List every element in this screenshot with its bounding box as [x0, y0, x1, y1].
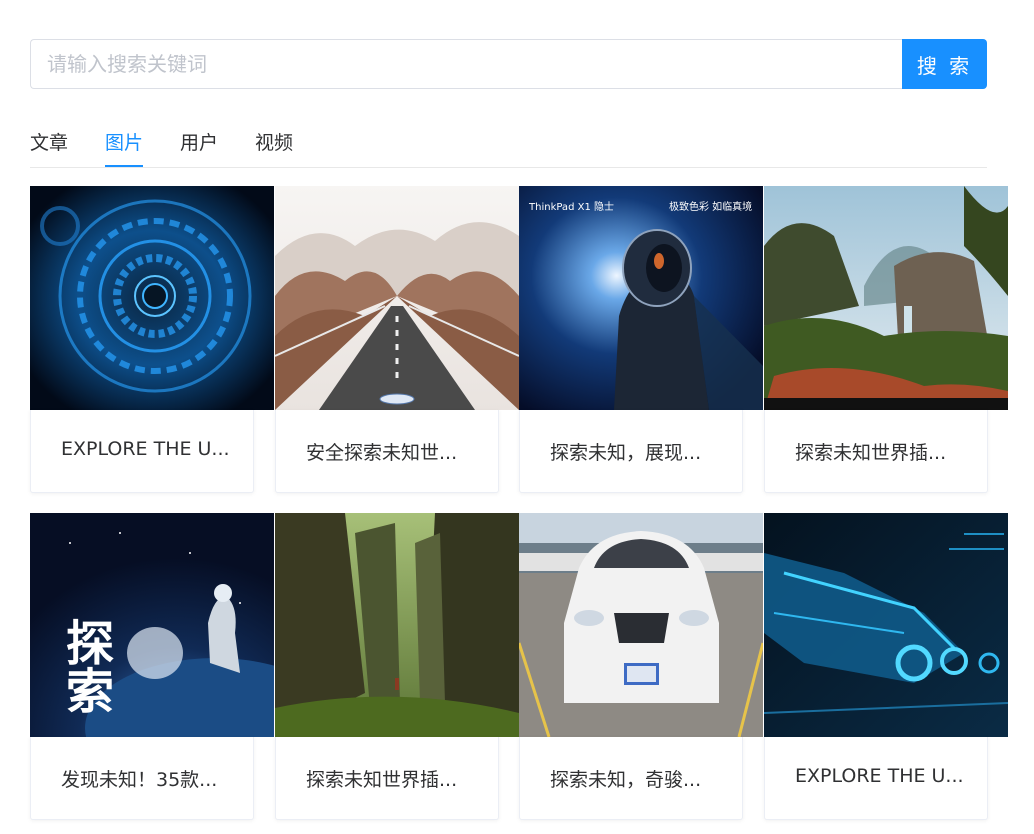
search-input[interactable] [30, 39, 902, 89]
tab-images[interactable]: 图片 [105, 128, 144, 167]
result-card[interactable]: 探索未知，奇骏... [519, 513, 763, 820]
result-title[interactable]: 探索未知，展现... [550, 438, 720, 465]
result-card[interactable]: EXPLORE THE U... [30, 186, 274, 493]
result-title[interactable]: 探索未知，奇骏... [550, 765, 720, 792]
result-title[interactable]: 安全探索未知世... [306, 438, 476, 465]
result-caption: 安全探索未知世... [275, 410, 499, 493]
forest-canyon-image[interactable] [275, 513, 519, 737]
astronaut-planet-poster-image[interactable]: 探索 [30, 513, 274, 737]
image-poster-text: 探索 [57, 618, 114, 714]
tab-videos[interactable]: 视频 [255, 128, 293, 166]
result-card[interactable]: 探索 发现未知！35款... [30, 513, 274, 820]
result-card[interactable]: 探索未知世界插... [275, 513, 519, 820]
search-button[interactable]: 搜 索 [902, 39, 987, 89]
result-card[interactable]: ThinkPad X1 隐士 极致色彩 如临真境 探索未知，展现... [519, 186, 763, 493]
result-caption: 探索未知世界插... [764, 410, 988, 493]
result-title[interactable]: 探索未知世界插... [306, 765, 476, 792]
result-title[interactable]: EXPLORE THE U... [61, 438, 231, 460]
result-caption: 探索未知世界插... [275, 737, 499, 820]
blue-tech-circle-image[interactable] [30, 186, 274, 410]
result-caption: 发现未知！35款... [30, 737, 254, 820]
search-bar: 搜 索 [30, 39, 987, 89]
image-caption-right: 极致色彩 如临真境 [669, 200, 752, 213]
misty-road-image[interactable] [275, 186, 519, 410]
result-title[interactable]: 发现未知！35款... [61, 765, 231, 792]
tab-articles[interactable]: 文章 [30, 128, 68, 166]
result-card[interactable]: 探索未知世界插... [764, 186, 1008, 493]
result-caption: 探索未知，展现... [519, 410, 743, 493]
astronaut-thinkpad-image[interactable]: ThinkPad X1 隐士 极致色彩 如临真境 [519, 186, 763, 410]
tab-users[interactable]: 用户 [180, 128, 218, 166]
result-card[interactable]: EXPLORE THE U... [764, 513, 1008, 820]
white-suv-image[interactable] [519, 513, 763, 737]
result-caption: 探索未知，奇骏... [519, 737, 743, 820]
jungle-waterfall-image[interactable] [764, 186, 1008, 410]
result-title[interactable]: 探索未知世界插... [795, 438, 965, 465]
result-caption: EXPLORE THE U... [30, 410, 254, 493]
result-title[interactable]: EXPLORE THE U... [795, 765, 965, 787]
blue-spaceship-image[interactable] [764, 513, 1008, 737]
tab-bar: 文章 图片 用户 视频 [30, 112, 987, 168]
image-caption-left: ThinkPad X1 隐士 [528, 200, 614, 213]
result-caption: EXPLORE THE U... [764, 737, 988, 820]
result-card[interactable]: 安全探索未知世... [275, 186, 519, 493]
